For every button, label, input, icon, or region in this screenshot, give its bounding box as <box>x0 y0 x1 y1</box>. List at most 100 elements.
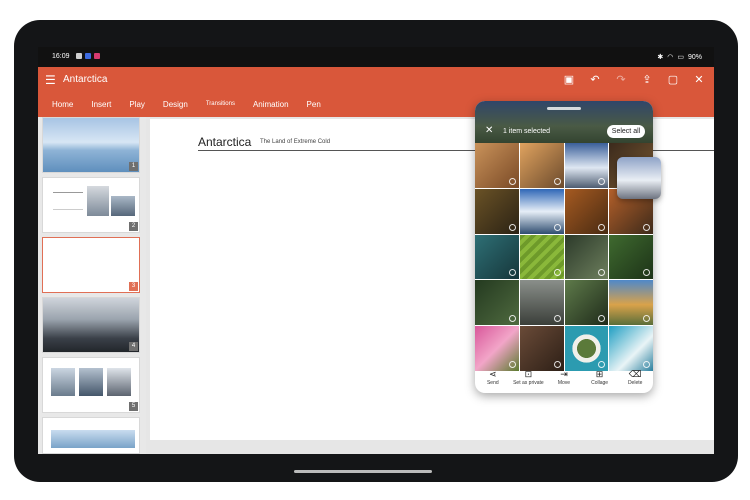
screen: 16:09 ✱ ◠ ▭ 90% ☰ Antarctica ▣ ↶ ↷ ⇪ ▢ ✕… <box>38 47 714 454</box>
share-icon[interactable]: ⇪ <box>640 73 654 86</box>
select-circle-icon[interactable] <box>508 315 516 323</box>
app-notification-icon <box>94 53 100 59</box>
collage-icon: ⊞ <box>595 369 604 379</box>
collage-button[interactable]: ⊞ Collage <box>584 369 616 393</box>
ribbon-tabs: Home Insert Play Design Transitions Anim… <box>52 100 339 109</box>
slide-number: 5 <box>129 402 138 411</box>
lock-icon: ⊡ <box>524 369 533 379</box>
select-circle-icon[interactable] <box>643 315 650 323</box>
gallery-action-bar: ⋖ Send ⊡ Set as private ⇥ Move ⊞ Collage… <box>475 369 653 393</box>
select-circle-icon[interactable] <box>508 269 516 277</box>
slide-thumbnail[interactable] <box>42 417 140 454</box>
status-bar: 16:09 ✱ ◠ ▭ 90% <box>38 47 714 67</box>
slide-number: 1 <box>129 162 138 171</box>
select-circle-icon[interactable] <box>598 315 606 323</box>
select-circle-icon[interactable] <box>598 269 606 277</box>
photo-thumbnail[interactable] <box>564 143 609 188</box>
tab-animation[interactable]: Animation <box>253 100 289 109</box>
photo-thumbnail[interactable] <box>519 326 564 371</box>
select-circle-icon[interactable] <box>643 269 650 277</box>
slide-thumbnail[interactable]: 1 <box>42 117 140 173</box>
set-as-private-label: Set as private <box>513 380 544 386</box>
gallery-panel: ✕ 1 item selected Select all ⋖ Send ⊡ Se… <box>475 101 653 393</box>
photo-thumbnail[interactable] <box>475 188 519 234</box>
battery-icon: ▭ <box>677 54 684 61</box>
move-icon: ⇥ <box>560 369 568 379</box>
slide-thumbnail-selected[interactable]: 3 <box>42 237 140 293</box>
present-icon[interactable]: ▢ <box>666 73 680 86</box>
photo-thumbnail[interactable] <box>564 280 609 326</box>
tab-transitions[interactable]: Transitions <box>206 101 235 109</box>
gallery-header: ✕ 1 item selected Select all <box>475 101 653 143</box>
slide-thumbnails: 1 2 3 4 5 <box>38 117 146 454</box>
close-icon[interactable]: ✕ <box>485 125 493 136</box>
thumbnail-text-block <box>53 192 83 210</box>
select-circle-icon[interactable] <box>553 177 561 185</box>
send-label: Send <box>486 380 499 386</box>
drag-handle[interactable] <box>547 107 581 110</box>
photo-thumbnail[interactable] <box>519 234 564 280</box>
hamburger-icon[interactable]: ☰ <box>45 73 56 87</box>
photo-thumbnail[interactable] <box>564 234 609 280</box>
select-circle-icon[interactable] <box>553 315 561 323</box>
trash-icon: ⌫ <box>628 369 642 379</box>
select-circle-icon[interactable] <box>508 223 516 231</box>
select-circle-icon[interactable] <box>598 177 606 185</box>
select-circle-icon[interactable] <box>598 360 606 368</box>
tab-pen[interactable]: Pen <box>307 100 321 109</box>
photo-thumbnail[interactable] <box>475 234 519 280</box>
move-label: Move <box>557 380 571 386</box>
photo-thumbnail[interactable] <box>609 326 653 371</box>
select-circle-icon[interactable] <box>553 223 561 231</box>
slide-number: 4 <box>129 342 138 351</box>
send-button[interactable]: ⋖ Send <box>477 369 509 393</box>
slide-thumbnail[interactable]: 2 <box>42 177 140 233</box>
photo-thumbnail[interactable] <box>564 326 609 371</box>
photo-thumbnail[interactable] <box>609 234 653 280</box>
select-circle-icon[interactable] <box>643 223 650 231</box>
tab-insert[interactable]: Insert <box>91 100 111 109</box>
set-as-private-button[interactable]: ⊡ Set as private <box>512 369 544 393</box>
collage-label: Collage <box>591 380 609 386</box>
slide-subtitle[interactable]: The Land of Extreme Cold <box>260 139 330 145</box>
bluetooth-icon: ✱ <box>657 54 664 61</box>
save-icon[interactable]: ▣ <box>562 73 576 86</box>
select-all-button[interactable]: Select all <box>607 125 645 138</box>
select-circle-icon[interactable] <box>553 360 561 368</box>
battery-level: 90% <box>687 53 702 61</box>
slide-title[interactable]: Antarctica <box>198 135 251 149</box>
dragged-photo-preview[interactable] <box>617 157 661 199</box>
delete-label: Delete <box>627 380 643 386</box>
tab-play[interactable]: Play <box>129 100 145 109</box>
thumbnail-image <box>107 368 131 396</box>
select-circle-icon[interactable] <box>553 269 561 277</box>
tab-design[interactable]: Design <box>163 100 188 109</box>
photo-thumbnail[interactable] <box>519 280 564 326</box>
photo-thumbnail[interactable] <box>519 188 564 234</box>
home-indicator[interactable] <box>294 470 432 473</box>
tab-home[interactable]: Home <box>52 100 73 109</box>
photo-thumbnail[interactable] <box>609 280 653 326</box>
thumbnail-image <box>87 186 109 216</box>
move-button[interactable]: ⇥ Move <box>548 369 580 393</box>
selection-count: 1 item selected <box>503 128 551 135</box>
photo-thumbnail[interactable] <box>475 280 519 326</box>
delete-button[interactable]: ⌫ Delete <box>619 369 651 393</box>
app-notification-icon <box>85 53 91 59</box>
select-circle-icon[interactable] <box>643 360 650 368</box>
photo-thumbnail[interactable] <box>475 326 519 371</box>
slide-thumbnail[interactable]: 5 <box>42 357 140 413</box>
close-icon[interactable]: ✕ <box>692 73 706 86</box>
slide-thumbnail[interactable]: 4 <box>42 297 140 353</box>
notification-icons <box>76 53 100 59</box>
photo-thumbnail[interactable] <box>564 188 609 234</box>
app-bar: ☰ Antarctica ▣ ↶ ↷ ⇪ ▢ ✕ <box>38 67 714 95</box>
undo-icon[interactable]: ↶ <box>588 73 602 86</box>
photo-thumbnail[interactable] <box>475 143 519 188</box>
redo-icon[interactable]: ↷ <box>614 73 628 86</box>
photo-thumbnail[interactable] <box>519 143 564 188</box>
toolbar-icons: ▣ ↶ ↷ ⇪ ▢ ✕ <box>562 73 706 86</box>
select-circle-icon[interactable] <box>508 177 516 185</box>
select-circle-icon[interactable] <box>598 223 606 231</box>
select-circle-icon[interactable] <box>508 360 516 368</box>
